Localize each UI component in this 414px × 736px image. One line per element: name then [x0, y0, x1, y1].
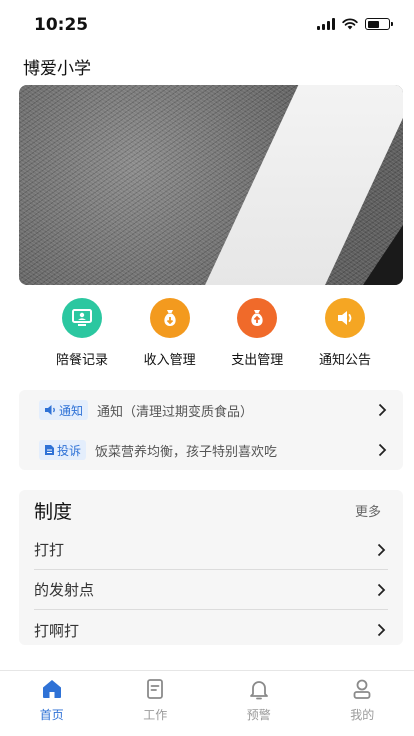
rule-item[interactable]: 打啊打	[34, 610, 388, 645]
quick-action-label: 陪餐记录	[55, 353, 108, 368]
tab-work[interactable]: 工作	[104, 671, 208, 736]
chevron-right-icon	[374, 583, 388, 597]
rules-title: 制度	[34, 500, 73, 523]
page-title: 博爱小学	[23, 59, 91, 79]
notice-text: 通知（清理过期变质食品）	[97, 404, 254, 420]
notice-row-complaint[interactable]: 投诉 饭菜营养均衡，孩子特别喜欢吃	[19, 430, 403, 470]
speaker-icon	[45, 405, 55, 415]
tab-profile[interactable]: 我的	[311, 671, 414, 736]
quick-action-expense[interactable]: 支出管理	[221, 298, 293, 368]
notice-tag: 通知	[39, 400, 89, 420]
notice-text: 饭菜营养均衡，孩子特别喜欢吃	[95, 444, 278, 460]
tab-label: 工作	[143, 708, 168, 722]
more-link[interactable]: 更多	[355, 501, 381, 520]
quick-action-announcements[interactable]: 通知公告	[309, 298, 381, 368]
chevron-right-icon	[375, 443, 389, 457]
status-icons	[317, 18, 393, 30]
cellular-signal-icon	[317, 18, 335, 30]
home-icon	[42, 680, 61, 698]
rule-item[interactable]: 打打	[34, 530, 388, 570]
tab-home[interactable]: 首页	[0, 671, 104, 736]
monitor-icon	[62, 298, 102, 338]
status-bar: 10:25	[0, 0, 414, 50]
chevron-right-icon	[374, 543, 388, 557]
quick-actions: 陪餐记录 收入管理 支出管理 通知公告	[0, 298, 414, 368]
user-icon	[353, 679, 371, 699]
quick-action-income[interactable]: 收入管理	[134, 298, 206, 368]
tab-label: 首页	[39, 708, 64, 722]
bell-icon	[249, 681, 268, 700]
wifi-icon	[342, 18, 358, 30]
speaker-icon	[324, 298, 365, 338]
banner-image[interactable]	[19, 85, 403, 285]
battery-icon	[365, 18, 393, 30]
tab-alerts[interactable]: 预警	[207, 671, 311, 736]
rules-header: 制度 更多	[19, 490, 403, 530]
notice-card: 通知 通知（清理过期变质食品） 投诉 饭菜营养均衡，孩子特别喜欢吃	[19, 390, 403, 470]
quick-action-label: 支出管理	[231, 353, 284, 368]
document-icon	[45, 445, 54, 455]
notice-tag: 投诉	[39, 440, 87, 460]
bottom-tab-bar: 首页 工作 预警 我的	[0, 670, 414, 736]
chevron-right-icon	[374, 623, 388, 637]
rules-card: 制度 更多 打打 的发射点 打啊打	[19, 490, 403, 645]
tab-label: 预警	[246, 708, 271, 722]
rule-item-label: 打啊打	[34, 621, 80, 640]
quick-action-meal-records[interactable]: 陪餐记录	[46, 298, 118, 368]
chevron-right-icon	[375, 403, 389, 417]
money-bag-in-icon	[149, 298, 190, 338]
clipboard-icon	[147, 679, 164, 699]
rule-item[interactable]: 的发射点	[34, 570, 388, 610]
notice-tag-label: 通知	[59, 403, 84, 418]
quick-action-label: 通知公告	[318, 353, 371, 368]
rule-item-label: 打打	[34, 541, 65, 559]
rule-item-label: 的发射点	[34, 581, 95, 599]
quick-action-label: 收入管理	[143, 353, 196, 368]
notice-row-announcement[interactable]: 通知 通知（清理过期变质食品）	[19, 390, 403, 430]
notice-tag-label: 投诉	[57, 443, 82, 458]
money-bag-out-icon	[237, 298, 278, 338]
tab-label: 我的	[350, 708, 375, 722]
status-time: 10:25	[34, 15, 89, 35]
